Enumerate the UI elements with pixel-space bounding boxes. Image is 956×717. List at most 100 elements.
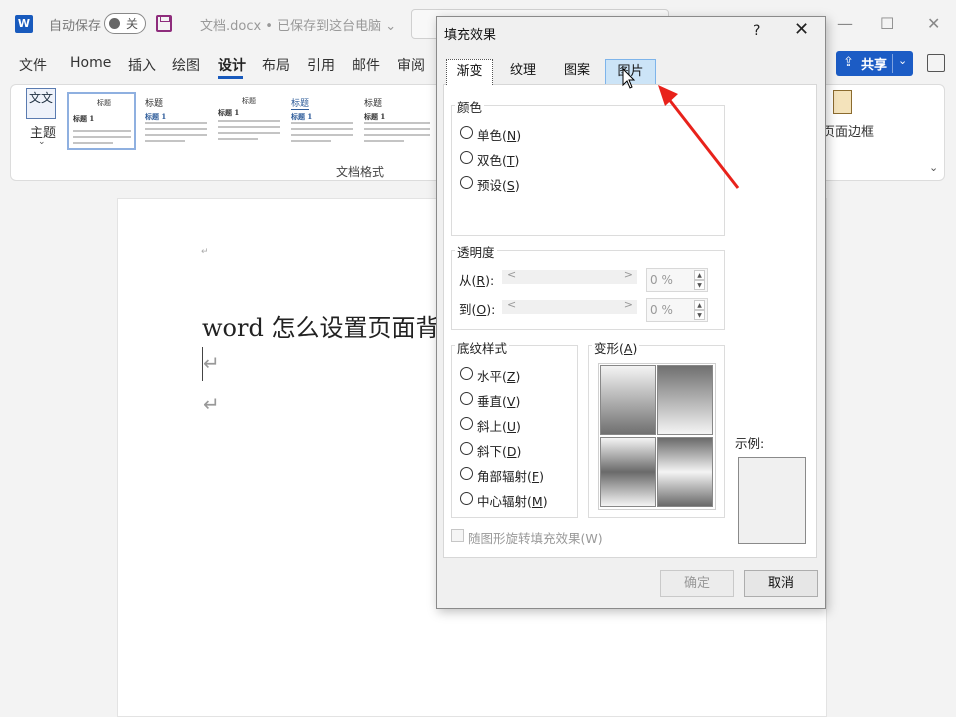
label-end: ) xyxy=(514,178,520,193)
tab-texture[interactable]: 纹理 xyxy=(503,59,543,84)
label-text: 从( xyxy=(459,273,477,288)
style-set-thumbnail[interactable]: 标题 标题 1 xyxy=(287,92,356,150)
from-corner-label[interactable]: 角部辐射(F) xyxy=(477,466,544,485)
style-set-thumbnail[interactable]: 标题 标题 1 xyxy=(214,92,283,150)
diagonal-up-label[interactable]: 斜上(U) xyxy=(477,416,521,435)
toggle-knob xyxy=(109,18,120,29)
tab-draw[interactable]: 绘图 xyxy=(172,55,200,75)
page-border-icon[interactable] xyxy=(833,90,852,114)
save-icon[interactable] xyxy=(156,15,172,32)
rotate-with-shape-label[interactable]: 随图形旋转填充效果(W) xyxy=(468,528,603,547)
thumb-text-line xyxy=(291,140,331,142)
tab-review[interactable]: 审阅 xyxy=(397,55,425,75)
style-set-thumbnail[interactable]: 标题 标题 1 xyxy=(360,92,436,150)
from-slider[interactable]: < > xyxy=(502,268,637,284)
chevron-right-icon[interactable]: > xyxy=(624,268,633,281)
diagonal-down-label[interactable]: 斜下(D) xyxy=(477,441,521,460)
radio-diagonal-up[interactable] xyxy=(460,417,473,430)
arrow-head xyxy=(658,85,678,106)
spin-down-icon[interactable]: ▼ xyxy=(694,310,705,320)
vertical-label[interactable]: 垂直(V) xyxy=(477,391,520,410)
from-center-label[interactable]: 中心辐射(M) xyxy=(477,491,548,510)
chevron-left-icon[interactable]: < xyxy=(507,268,516,281)
label-end: ): xyxy=(486,302,496,317)
minimize-button[interactable]: — xyxy=(837,14,853,33)
thumb-title1: 标题 1 xyxy=(73,114,95,123)
page-border-label[interactable]: 页面边框 xyxy=(822,121,874,140)
sample-label: 示例: xyxy=(735,436,765,451)
variant-swatch[interactable] xyxy=(657,365,713,435)
theme-icon[interactable]: 文文 xyxy=(26,88,56,119)
active-tab-indicator xyxy=(218,76,243,79)
thumb-text-line xyxy=(364,140,404,142)
thumb-heading: 标题 xyxy=(364,99,383,109)
access-key: T xyxy=(506,153,515,168)
share-divider xyxy=(892,54,893,73)
label-end: ) xyxy=(516,419,521,434)
from-spinbox[interactable]: 0 % ▲ ▼ xyxy=(646,268,708,292)
thumb-text-line xyxy=(291,134,353,136)
radio-one-color[interactable] xyxy=(460,126,473,139)
radio-from-corner[interactable] xyxy=(460,467,473,480)
maximize-button[interactable]: ☐ xyxy=(880,14,894,33)
window-close-button[interactable]: ✕ xyxy=(927,14,940,33)
share-button[interactable]: ⇪ 共享 ⌄ xyxy=(836,51,913,76)
style-set-thumbnail[interactable]: 标题 标题 1 xyxy=(67,92,136,150)
horizontal-label[interactable]: 水平(Z) xyxy=(477,366,520,385)
label-end: ) xyxy=(514,153,520,168)
tab-file[interactable]: 文件 xyxy=(19,55,47,75)
label-text: 斜下( xyxy=(477,444,507,459)
tab-gradient[interactable]: 渐变 xyxy=(446,59,493,85)
tab-layout[interactable]: 布局 xyxy=(262,55,290,75)
tab-pattern[interactable]: 图案 xyxy=(560,59,594,84)
variant-swatch[interactable] xyxy=(600,365,656,435)
thumb-text-line xyxy=(218,132,280,134)
to-spinbox[interactable]: 0 % ▲ ▼ xyxy=(646,298,708,322)
close-button[interactable]: ✕ xyxy=(794,19,809,40)
spin-up-icon[interactable]: ▲ xyxy=(694,270,705,280)
tab-mailings[interactable]: 邮件 xyxy=(352,55,380,75)
variant-swatch[interactable] xyxy=(600,437,656,507)
chevron-left-icon[interactable]: < xyxy=(507,298,516,311)
style-set-thumbnail[interactable]: 标题 标题 1 xyxy=(141,92,210,150)
thumb-title1: 标题 1 xyxy=(364,112,386,121)
rotate-with-shape-checkbox[interactable] xyxy=(451,529,464,542)
comments-icon[interactable] xyxy=(927,54,945,72)
chevron-down-icon[interactable]: ⌄ xyxy=(38,137,46,147)
document-title[interactable]: 文档.docx • 已保存到这台电脑 ⌄ xyxy=(200,15,396,34)
mouse-pointer-icon xyxy=(622,68,636,89)
tab-insert[interactable]: 插入 xyxy=(128,55,156,75)
radio-from-center[interactable] xyxy=(460,492,473,505)
to-slider[interactable]: < > xyxy=(502,298,637,314)
ribbon-collapse-icon[interactable]: ⌄ xyxy=(929,161,938,174)
thumb-text-line xyxy=(145,122,207,124)
radio-preset[interactable] xyxy=(460,176,473,189)
spin-up-icon[interactable]: ▲ xyxy=(694,300,705,310)
access-key: M xyxy=(531,494,543,509)
transparency-group-label: 透明度 xyxy=(455,242,497,261)
help-button[interactable]: ? xyxy=(753,23,760,39)
radio-vertical[interactable] xyxy=(460,392,473,405)
radio-two-colors[interactable] xyxy=(460,151,473,164)
preset-label[interactable]: 预设(S) xyxy=(477,175,520,194)
annotation-arrow xyxy=(658,85,740,189)
variant-swatch[interactable] xyxy=(657,437,713,507)
one-color-label[interactable]: 单色(N) xyxy=(477,125,521,144)
tab-design[interactable]: 设计 xyxy=(218,55,246,75)
chevron-right-icon[interactable]: > xyxy=(624,298,633,311)
tab-home[interactable]: Home xyxy=(70,55,111,71)
autosave-toggle[interactable]: 关 xyxy=(104,13,146,34)
two-colors-label[interactable]: 双色(T) xyxy=(477,150,519,169)
access-key: S xyxy=(506,178,515,193)
radio-diagonal-down[interactable] xyxy=(460,442,473,455)
label-end: ) xyxy=(632,341,638,356)
label-text: 变形( xyxy=(594,341,624,356)
chevron-down-icon[interactable]: ⌄ xyxy=(898,54,907,67)
ok-button[interactable]: 确定 xyxy=(660,570,734,597)
spin-down-icon[interactable]: ▼ xyxy=(694,280,705,290)
document-heading[interactable]: word 怎么设置页面背 xyxy=(202,308,439,343)
document-format-group-label: 文档格式 xyxy=(336,165,385,179)
tab-references[interactable]: 引用 xyxy=(307,55,335,75)
cancel-button[interactable]: 取消 xyxy=(744,570,818,597)
radio-horizontal[interactable] xyxy=(460,367,473,380)
